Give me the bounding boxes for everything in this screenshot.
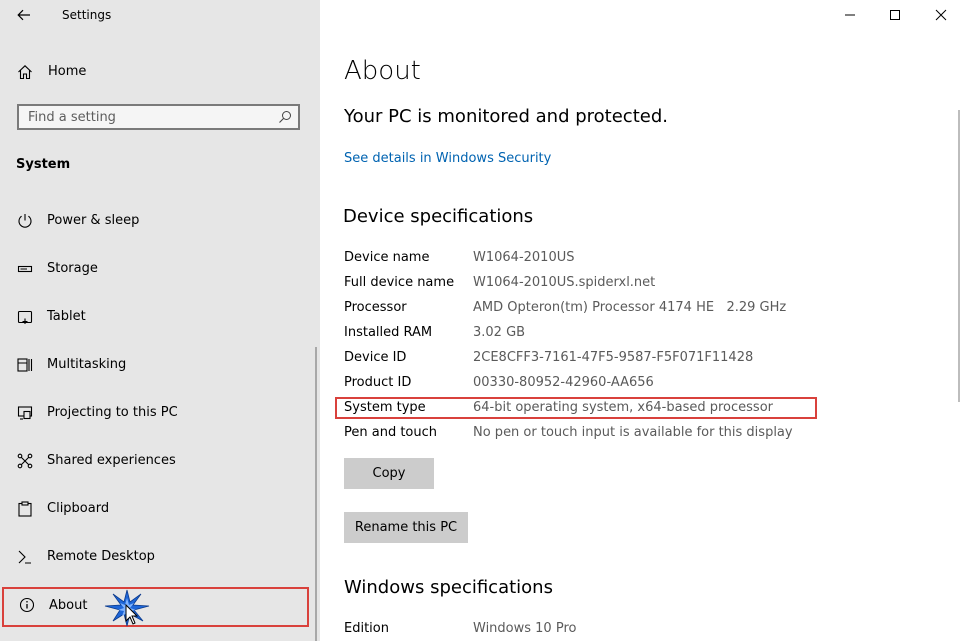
windows-specifications-heading: Windows specifications: [344, 577, 553, 598]
spec-value: Windows 10 Pro: [473, 621, 577, 636]
rename-pc-button[interactable]: Rename this PC: [344, 512, 468, 543]
spec-row-pen-touch: Pen and touch No pen or touch input is a…: [344, 425, 824, 447]
back-button[interactable]: [8, 0, 40, 30]
shared-experiences-icon: [17, 453, 33, 469]
sidebar-item-label: Home: [48, 64, 87, 79]
sidebar-item-clipboard[interactable]: Clipboard: [0, 489, 312, 529]
spec-key: Pen and touch: [344, 425, 438, 440]
click-indicator-icon: [104, 589, 150, 627]
spec-key: Device name: [344, 250, 430, 265]
sidebar-item-remote-desktop[interactable]: Remote Desktop: [0, 537, 312, 577]
spec-value: 64-bit operating system, x64-based proce…: [473, 400, 773, 415]
projecting-icon: [17, 406, 33, 420]
sidebar-item-label: Shared experiences: [47, 453, 176, 468]
spec-row-installed-ram: Installed RAM 3.02 GB: [344, 325, 824, 347]
section-label-system: System: [16, 157, 71, 172]
spec-key: Installed RAM: [344, 325, 433, 340]
spec-row-system-type: System type 64-bit operating system, x64…: [344, 400, 824, 422]
spec-key: Processor: [344, 300, 407, 315]
maximize-button[interactable]: [872, 0, 918, 30]
search-icon[interactable]: [278, 110, 292, 124]
minimize-icon: [845, 14, 855, 16]
spec-row-product-id: Product ID 00330-80952-42960-AA656: [344, 375, 824, 397]
tablet-icon: [17, 310, 33, 324]
sidebar-item-multitasking[interactable]: Multitasking: [0, 345, 312, 385]
remote-desktop-icon: [18, 550, 31, 564]
sidebar: Settings Home System Power & sleep Stora…: [0, 0, 320, 641]
sidebar-item-shared-experiences[interactable]: Shared experiences: [0, 441, 312, 481]
sidebar-item-about[interactable]: About: [2, 587, 309, 627]
minimize-button[interactable]: [827, 0, 873, 30]
multitasking-icon: [17, 358, 33, 372]
info-icon: [19, 597, 35, 613]
home-icon: [18, 65, 32, 80]
sidebar-item-label: Projecting to this PC: [47, 405, 178, 420]
spec-row-device-id: Device ID 2CE8CFF3-7161-47F5-9587-F5F071…: [344, 350, 824, 372]
search-input[interactable]: [19, 106, 278, 128]
app-title: Settings: [62, 8, 112, 22]
sidebar-item-projecting[interactable]: Projecting to this PC: [0, 393, 312, 433]
sidebar-item-label: Power & sleep: [47, 213, 140, 228]
close-icon: [935, 9, 947, 21]
spec-value: W1064-2010US: [473, 250, 575, 265]
spec-key: Device ID: [344, 350, 407, 365]
page-title: About: [344, 56, 421, 86]
spec-value: 3.02 GB: [473, 325, 526, 340]
sidebar-item-tablet[interactable]: Tablet: [0, 297, 312, 337]
search-box[interactable]: [17, 104, 300, 130]
sidebar-item-label: Multitasking: [47, 357, 127, 372]
sidebar-scrollbar[interactable]: [315, 347, 317, 641]
spec-value: W1064-2010US.spiderxl.net: [473, 275, 656, 290]
sidebar-item-label: Storage: [47, 261, 98, 276]
spec-value: 00330-80952-42960-AA656: [473, 375, 654, 390]
sidebar-item-power-sleep[interactable]: Power & sleep: [0, 201, 312, 241]
spec-key: Edition: [344, 621, 389, 636]
main-content: About Your PC is monitored and protected…: [320, 0, 961, 641]
sidebar-item-label: About: [49, 598, 88, 613]
spec-row-device-name: Device name W1064-2010US: [344, 250, 824, 272]
close-button[interactable]: [918, 0, 961, 30]
clipboard-icon: [18, 501, 32, 517]
spec-key: Full device name: [344, 275, 455, 290]
spec-key: Product ID: [344, 375, 412, 390]
sidebar-item-label: Tablet: [47, 309, 86, 324]
spec-key: System type: [344, 400, 426, 415]
main-scrollbar[interactable]: [958, 110, 960, 402]
spec-row-full-device-name: Full device name W1064-2010US.spiderxl.n…: [344, 275, 824, 297]
sidebar-item-label: Clipboard: [47, 501, 110, 516]
spec-value: AMD Opteron(tm) Processor 4174 HE 2.29 G…: [473, 300, 787, 315]
maximize-icon: [890, 10, 900, 20]
device-specifications-heading: Device specifications: [343, 206, 534, 227]
spec-row-edition: Edition Windows 10 Pro: [344, 621, 824, 643]
sidebar-item-home[interactable]: Home: [0, 56, 320, 88]
spec-row-processor: Processor AMD Opteron(tm) Processor 4174…: [344, 300, 824, 322]
spec-value: 2CE8CFF3-7161-47F5-9587-F5F071F11428: [473, 350, 754, 365]
back-arrow-icon: [17, 9, 30, 21]
power-icon: [18, 214, 32, 228]
storage-icon: [17, 265, 33, 273]
copy-button[interactable]: Copy: [344, 458, 434, 489]
sidebar-item-storage[interactable]: Storage: [0, 249, 312, 289]
sidebar-item-label: Remote Desktop: [47, 549, 155, 564]
protection-status: Your PC is monitored and protected.: [344, 106, 668, 127]
windows-security-link[interactable]: See details in Windows Security: [344, 151, 551, 166]
spec-value: No pen or touch input is available for t…: [473, 425, 793, 440]
